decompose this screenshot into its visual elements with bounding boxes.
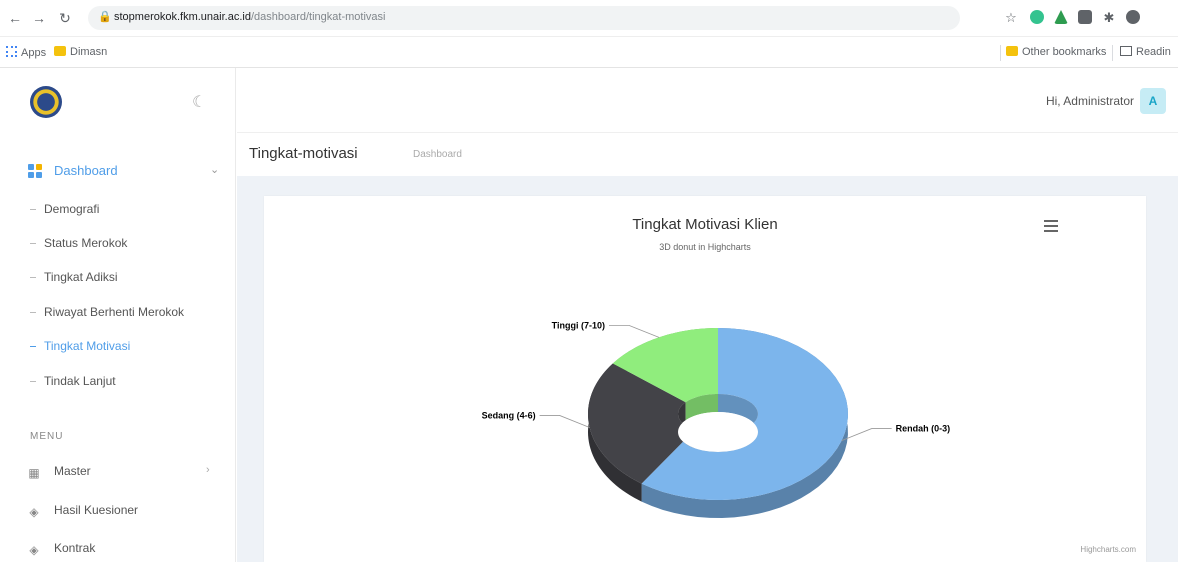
- sidebar-subitem-demografi[interactable]: Demografi: [30, 202, 99, 216]
- folder-icon: [54, 46, 66, 56]
- bookmarks-bar: Apps Dimasn Other bookmarks Readin: [0, 36, 1178, 68]
- back-icon[interactable]: ←: [6, 9, 24, 27]
- sidebar-item-master[interactable]: ▦ Master ›: [28, 464, 209, 480]
- folder-icon: [1006, 46, 1018, 56]
- apps-icon: [6, 46, 17, 57]
- section-title: MENU: [30, 431, 64, 442]
- sidebar-item-hasil-kuesioner[interactable]: ◈ Hasil Kuesioner: [28, 503, 138, 518]
- user-greeting[interactable]: Hi, Administrator: [1046, 94, 1134, 108]
- divider: [1112, 45, 1113, 61]
- sidebar-item-label: Hasil Kuesioner: [54, 503, 139, 517]
- grid-icon: ▦: [28, 466, 40, 480]
- sidebar-subitem-riwayat-berhenti[interactable]: Riwayat Berhenti Merokok: [30, 305, 184, 319]
- sidebar-subitem-tindak-lanjut[interactable]: Tindak Lanjut: [30, 374, 116, 388]
- donut-chart: Rendah (0-3) Sedang (4-6) Tinggi (7-10): [482, 320, 951, 518]
- page-header: Tingkat-motivasi Dashboard: [237, 132, 1178, 176]
- breadcrumb[interactable]: Dashboard: [413, 149, 462, 160]
- chevron-right-icon: ›: [206, 464, 210, 476]
- chart-credits[interactable]: Highcharts.com: [1080, 545, 1136, 554]
- reload-icon[interactable]: ↻: [56, 9, 74, 27]
- data-label-0: Rendah (0-3): [896, 424, 951, 434]
- topbar: Hi, Administrator A: [237, 68, 1178, 132]
- extension-icon[interactable]: [1078, 10, 1092, 24]
- reading-list-icon: [1120, 46, 1132, 56]
- forward-icon[interactable]: →: [30, 9, 48, 27]
- collapse-icon[interactable]: ☾: [192, 92, 206, 112]
- avatar[interactable]: A: [1140, 88, 1166, 114]
- diamond-icon: ◈: [29, 543, 39, 557]
- sidebar-subitem-tingkat-motivasi[interactable]: Tingkat Motivasi: [30, 339, 130, 353]
- chevron-down-icon: ⌄: [210, 164, 220, 176]
- divider: [1000, 45, 1001, 61]
- sidebar: ☾ Dashboard ⌄ Demografi Status Merokok T…: [0, 68, 236, 562]
- bookmark-other[interactable]: Other bookmarks: [1006, 46, 1106, 58]
- label-connector-0: [841, 428, 892, 441]
- browser-chrome: ← → ↻ 🔒 stopmerokok.fkm.unair.ac.id/dash…: [0, 0, 1178, 68]
- data-label-2: Tinggi (7-10): [552, 320, 605, 330]
- sidebar-subitem-tingkat-adiksi[interactable]: Tingkat Adiksi: [30, 270, 118, 284]
- diamond-icon: ◈: [29, 505, 39, 519]
- bookmark-folder[interactable]: Dimasn: [54, 46, 107, 58]
- logo[interactable]: [30, 86, 62, 118]
- dashboard-icon: [28, 164, 42, 178]
- data-label-1: Sedang (4-6): [482, 410, 536, 420]
- page-title: Tingkat-motivasi: [249, 145, 358, 162]
- sidebar-item-label: Master: [54, 464, 91, 478]
- profile-icon[interactable]: [1126, 10, 1140, 24]
- puzzle-icon[interactable]: ✱: [1100, 9, 1118, 27]
- drive-icon[interactable]: [1054, 10, 1068, 24]
- donut-hole: [678, 412, 758, 452]
- label-connector-2: [608, 324, 660, 338]
- sidebar-subitem-status-merokok[interactable]: Status Merokok: [30, 236, 127, 250]
- sidebar-item-kontrak[interactable]: ◈ Kontrak: [28, 541, 95, 556]
- star-icon[interactable]: ☆: [1002, 9, 1020, 27]
- sidebar-item-label: Dashboard: [54, 163, 118, 178]
- address-row: ← → ↻ 🔒 stopmerokok.fkm.unair.ac.id/dash…: [0, 0, 1178, 36]
- sidebar-item-dashboard[interactable]: Dashboard ⌄: [12, 156, 230, 186]
- lock-icon: 🔒: [98, 11, 112, 23]
- extension-icon[interactable]: [1030, 10, 1044, 24]
- bookmark-apps[interactable]: Apps: [6, 46, 46, 59]
- address-bar[interactable]: 🔒 stopmerokok.fkm.unair.ac.id/dashboard/…: [88, 6, 960, 30]
- chart-card: Tingkat Motivasi Klien 3D donut in Highc…: [264, 196, 1146, 562]
- sidebar-item-label: Kontrak: [54, 541, 96, 555]
- bookmark-reading[interactable]: Readin: [1120, 46, 1171, 58]
- url-text: stopmerokok.fkm.unair.ac.id/dashboard/ti…: [114, 11, 386, 23]
- label-connector-1: [539, 415, 590, 428]
